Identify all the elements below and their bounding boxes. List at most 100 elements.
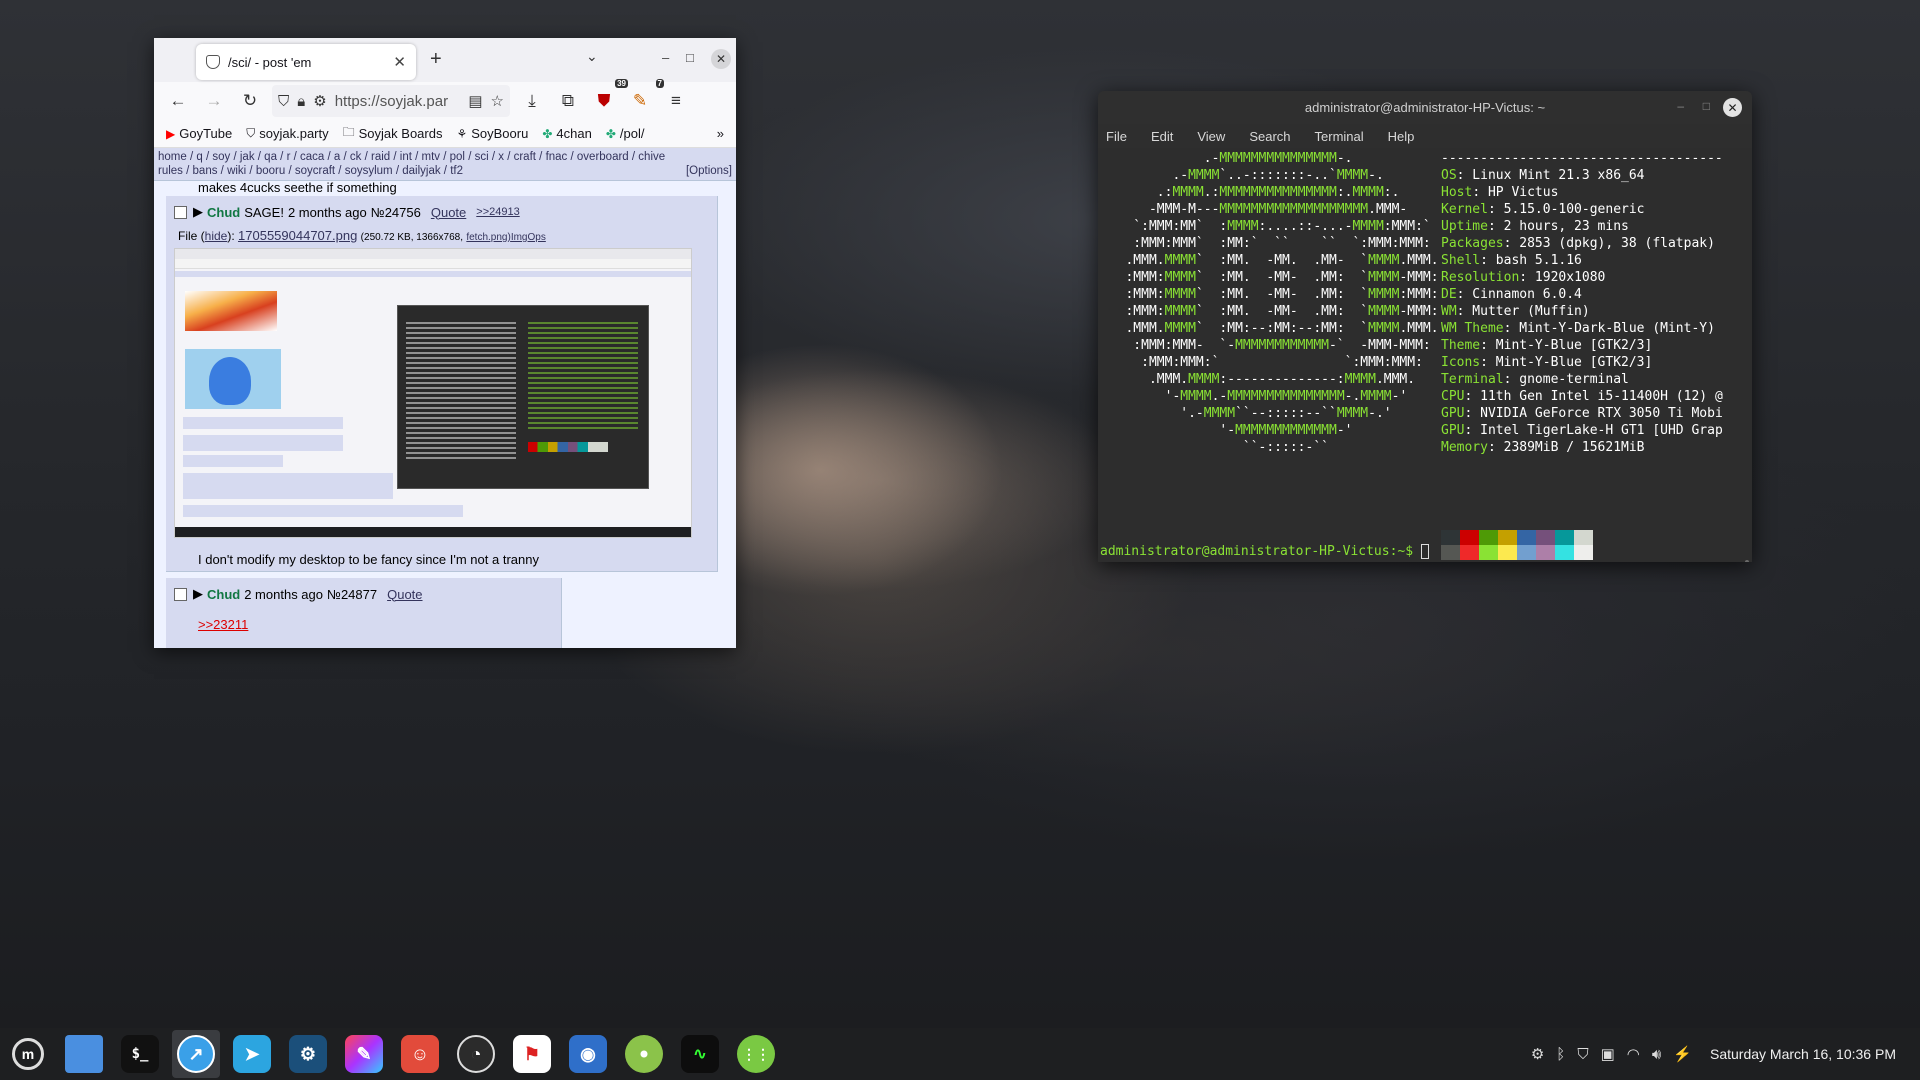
- terminal-menu-search[interactable]: Search: [1249, 129, 1290, 144]
- imgops-link[interactable]: ImgOps: [511, 232, 546, 243]
- board-link-overboard[interactable]: overboard: [577, 151, 629, 163]
- backlink[interactable]: >>24913: [476, 206, 519, 218]
- taskbar-krita[interactable]: ✎: [340, 1030, 388, 1078]
- tracking-shield-icon[interactable]: ⛉: [278, 93, 289, 110]
- taskbar-flameshot[interactable]: ⚑: [508, 1030, 556, 1078]
- board-link-a[interactable]: a: [334, 151, 340, 163]
- back-arrow-icon[interactable]: ←: [160, 85, 196, 117]
- maximize-icon[interactable]: □: [1703, 99, 1710, 113]
- expand-arrow-icon[interactable]: ▶: [193, 204, 203, 220]
- terminal-menu-terminal[interactable]: Terminal: [1315, 129, 1364, 144]
- board-link-dailyjak[interactable]: dailyjak: [402, 165, 440, 177]
- terminal-menu-edit[interactable]: Edit: [1151, 129, 1173, 144]
- shield-icon[interactable]: ⛉: [1577, 1046, 1588, 1063]
- window-close-button[interactable]: ✕: [1723, 98, 1742, 117]
- board-link-home[interactable]: home: [158, 151, 187, 163]
- forward-arrow-icon[interactable]: →: [196, 85, 232, 117]
- bookmark-soybooru[interactable]: ⚘ SoyBooru: [456, 126, 528, 141]
- taskbar-steam[interactable]: ⚙: [284, 1030, 332, 1078]
- quote-link[interactable]: Quote: [431, 205, 466, 220]
- taskbar-files[interactable]: [60, 1030, 108, 1078]
- bookmark-goytube[interactable]: ▶ GoyTube: [166, 126, 232, 141]
- reload-icon[interactable]: ↻: [232, 85, 268, 117]
- terminal-menu-help[interactable]: Help: [1388, 129, 1415, 144]
- steam-tray-icon[interactable]: ⚙: [1531, 1045, 1544, 1063]
- post-number[interactable]: №24877: [327, 587, 377, 602]
- wifi-icon[interactable]: ◠: [1627, 1045, 1640, 1063]
- board-link-soy[interactable]: soy: [212, 151, 230, 163]
- terminal-menu-view[interactable]: View: [1197, 129, 1225, 144]
- board-link-raid[interactable]: raid: [371, 151, 390, 163]
- maximize-icon[interactable]: □: [686, 50, 694, 65]
- shell-prompt[interactable]: administrator@administrator-HP-Victus:~$: [1100, 544, 1429, 559]
- board-link-chive[interactable]: chive: [638, 151, 665, 163]
- board-link-int[interactable]: int: [400, 151, 412, 163]
- board-link-rules[interactable]: rules: [158, 165, 183, 177]
- permissions-icon[interactable]: ⚙︎: [313, 92, 326, 110]
- taskbar-app-grid[interactable]: ⋮⋮: [732, 1030, 780, 1078]
- post-checkbox[interactable]: [174, 587, 187, 601]
- url-bar[interactable]: ⛉ 🔒︎ ⚙︎ https://soyjak.par ▤ ☆: [272, 85, 510, 117]
- download-icon[interactable]: ⤓: [514, 85, 550, 117]
- board-link-soysylum[interactable]: soysylum: [345, 165, 393, 177]
- ublock-icon[interactable]: ⛊ 39: [586, 79, 628, 117]
- extension-icon[interactable]: ✎ 7: [622, 79, 664, 117]
- menu-button[interactable]: m: [4, 1030, 52, 1078]
- bookmark-folder-soyjak-boards[interactable]: 🗀 Soyjak Boards: [343, 123, 443, 144]
- taskbar-telegram[interactable]: ➤: [228, 1030, 276, 1078]
- board-link-booru[interactable]: booru: [256, 165, 285, 177]
- board-link-sci[interactable]: sci: [475, 151, 489, 163]
- minimize-icon[interactable]: –: [662, 50, 669, 65]
- chevron-down-icon[interactable]: ⌄: [586, 48, 598, 65]
- reply-link[interactable]: >>23211: [198, 616, 248, 634]
- url-text[interactable]: https://soyjak.par: [335, 93, 461, 110]
- taskbar-screenshot[interactable]: ◉: [564, 1030, 612, 1078]
- clock[interactable]: Saturday March 16, 10:36 PM: [1710, 1046, 1896, 1062]
- minimize-icon[interactable]: –: [1677, 99, 1684, 113]
- file-link[interactable]: 1705559044707.png: [238, 228, 357, 243]
- taskbar-obs[interactable]: ◔: [452, 1030, 500, 1078]
- taskbar-disk[interactable]: [620, 1030, 668, 1078]
- hamburger-menu-icon[interactable]: ≡: [658, 85, 694, 117]
- bookmark-pol[interactable]: ✤/pol/: [606, 126, 645, 141]
- extensions-icon[interactable]: ⧉: [550, 85, 586, 117]
- board-link-ck[interactable]: ck: [350, 151, 362, 163]
- new-tab-button[interactable]: +: [430, 48, 442, 71]
- lock-icon[interactable]: 🔒︎: [297, 93, 305, 110]
- taskbar-browser[interactable]: ↗: [172, 1030, 220, 1078]
- post-number[interactable]: №24756: [371, 205, 421, 220]
- board-link-wiki[interactable]: wiki: [227, 165, 246, 177]
- hide-link[interactable]: hide: [205, 229, 228, 243]
- expand-arrow-icon[interactable]: ▶: [193, 586, 203, 602]
- post-image-thumbnail[interactable]: [174, 248, 692, 538]
- board-link-tf2[interactable]: tf2: [450, 165, 463, 177]
- options-link[interactable]: [Options]: [686, 164, 732, 178]
- board-link-fnac[interactable]: fnac: [546, 151, 568, 163]
- terminal-menu-file[interactable]: File: [1106, 129, 1127, 144]
- volume-icon[interactable]: 🔊︎: [1652, 1046, 1661, 1063]
- bluetooth-icon[interactable]: ᛒ: [1556, 1046, 1565, 1063]
- board-link-x[interactable]: x: [498, 151, 504, 163]
- reader-view-icon[interactable]: ▤: [468, 92, 482, 110]
- quote-link[interactable]: Quote: [387, 587, 422, 602]
- bookmark-star-icon[interactable]: ☆: [491, 92, 504, 110]
- board-link-craft[interactable]: craft: [514, 151, 536, 163]
- clipboard-icon[interactable]: ▣: [1601, 1045, 1615, 1063]
- board-link-soycraft[interactable]: soycraft: [295, 165, 335, 177]
- terminal-scrollbar[interactable]: [1745, 560, 1749, 562]
- bookmarks-overflow-button[interactable]: »: [717, 126, 724, 141]
- taskbar-gimp[interactable]: ☺: [396, 1030, 444, 1078]
- close-icon[interactable]: ✕: [393, 53, 406, 71]
- window-close-button[interactable]: ✕: [711, 49, 731, 69]
- fetch-link[interactable]: fetch.png): [466, 232, 510, 243]
- taskbar-terminal[interactable]: $_: [116, 1030, 164, 1078]
- terminal-output[interactable]: .-MMMMMMMMMMMMMMM-. .-MMMM`..-:::::::-..…: [1098, 148, 1752, 562]
- board-link-caca[interactable]: caca: [300, 151, 324, 163]
- tab-sci[interactable]: /sci/ - post 'em ✕: [196, 44, 416, 80]
- bookmark-soyjak-party[interactable]: ⛉ soyjak.party: [246, 126, 328, 141]
- power-icon[interactable]: ⚡: [1673, 1045, 1692, 1063]
- board-link-q[interactable]: q: [196, 151, 202, 163]
- board-link-qa[interactable]: qa: [264, 151, 277, 163]
- taskbar-system-monitor[interactable]: ∿: [676, 1030, 724, 1078]
- board-link-r[interactable]: r: [287, 151, 291, 163]
